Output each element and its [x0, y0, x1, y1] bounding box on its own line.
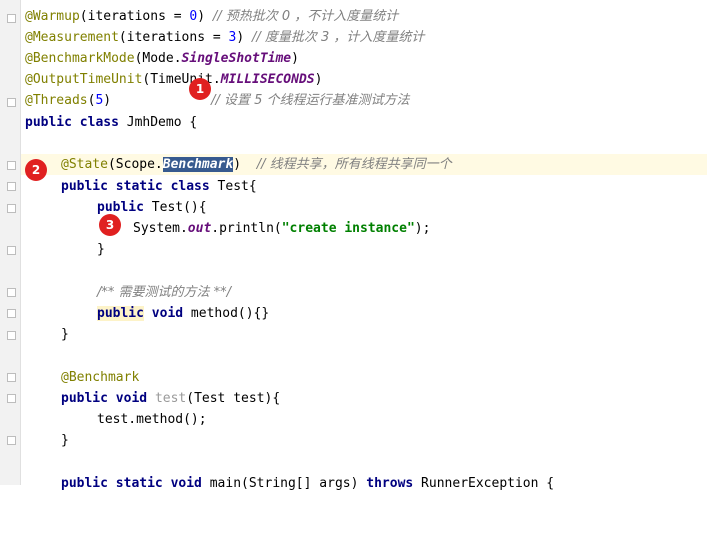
code-comment: // 设置 5 个线程运行基准测试方法: [211, 93, 410, 108]
selected-text[interactable]: Benchmark: [162, 157, 234, 172]
annotation: @BenchmarkMode: [25, 51, 135, 66]
code-line[interactable]: public Test(){: [21, 197, 707, 218]
marker-badge-2: 2: [25, 159, 47, 181]
keyword: public: [97, 200, 144, 215]
code-text: ): [197, 9, 206, 24]
keyword: throws: [366, 476, 414, 491]
code-text: (Test test){: [186, 391, 281, 406]
code-text: );: [414, 221, 431, 236]
code-line[interactable]: System.out.println("create instance");: [21, 218, 707, 239]
annotation: @Benchmark: [61, 370, 140, 385]
code-line[interactable]: }: [21, 324, 707, 345]
code-editor[interactable]: @Warmup(iterations = 0) // 预热批次 0 ，不计入度量…: [21, 0, 707, 491]
code-comment: // 度量批次 3 ，计入度量统计: [251, 30, 425, 45]
annotation: @OutputTimeUnit: [25, 72, 143, 87]
keyword: public static class: [61, 179, 210, 194]
code-text: Test{: [209, 179, 257, 194]
static-field: SingleShotTime: [181, 51, 292, 66]
code-line[interactable]: @Benchmark: [21, 367, 707, 388]
fold-icon[interactable]: [7, 182, 16, 191]
code-line[interactable]: @OutputTimeUnit(TimeUnit.MILLISECONDS): [21, 69, 707, 90]
code-line[interactable]: test.method();: [21, 409, 707, 430]
fold-icon[interactable]: [7, 394, 16, 403]
fold-icon[interactable]: [7, 204, 16, 213]
static-field: out: [187, 221, 212, 236]
code-text: (iterations =: [79, 9, 190, 24]
keyword: void: [151, 306, 184, 321]
code-line-current[interactable]: @State(Scope.Benchmark) // 线程共享，所有线程共享同一…: [21, 154, 707, 175]
code-text: ): [236, 30, 245, 45]
code-text: }: [61, 327, 69, 342]
code-text: .println(: [211, 221, 282, 236]
code-text: ): [291, 51, 299, 66]
code-text: (Mode.: [134, 51, 182, 66]
code-comment: // 预热批次 0 ，不计入度量统计: [212, 9, 399, 24]
code-line[interactable]: public void method(){}: [21, 303, 707, 324]
keyword: public: [97, 306, 144, 321]
keyword: public static void: [61, 476, 202, 491]
code-text: (Scope.: [107, 157, 163, 172]
code-line[interactable]: public class JmhDemo {: [21, 112, 707, 133]
code-comment: // 线程共享，所有线程共享同一个: [256, 157, 452, 172]
fold-icon[interactable]: [7, 14, 16, 23]
marker-badge-3: 3: [99, 214, 121, 236]
keyword: public class: [25, 115, 119, 130]
code-text: method(){}: [183, 306, 270, 321]
annotation: @Threads: [25, 93, 88, 108]
annotation: @Warmup: [25, 9, 80, 24]
static-field: MILLISECONDS: [220, 72, 315, 87]
code-line[interactable]: @Warmup(iterations = 0) // 预热批次 0 ，不计入度量…: [21, 6, 707, 27]
keyword: public: [61, 391, 108, 406]
keyword: void: [115, 391, 148, 406]
code-line[interactable]: public static class Test{: [21, 176, 707, 197]
code-text: ): [103, 93, 112, 108]
method-name: test: [154, 391, 187, 406]
fold-icon[interactable]: [7, 288, 16, 297]
code-text: }: [97, 242, 105, 257]
string-literal: "create instance": [281, 221, 415, 236]
code-line[interactable]: }: [21, 239, 707, 260]
code-text: RunnerException {: [413, 476, 555, 491]
marker-badge-1: 1: [189, 78, 211, 100]
code-text: JmhDemo {: [118, 115, 198, 130]
code-line[interactable]: }: [21, 430, 707, 451]
code-line[interactable]: public static void main(String[] args) t…: [21, 473, 707, 494]
code-text: ): [233, 157, 242, 172]
annotation: @Measurement: [25, 30, 119, 45]
fold-icon[interactable]: [7, 309, 16, 318]
fold-icon[interactable]: [7, 331, 16, 340]
code-line[interactable]: public void test(Test test){: [21, 388, 707, 409]
code-text: main(String[] args): [201, 476, 367, 491]
editor-gutter: [0, 0, 20, 485]
code-text: Test(){: [143, 200, 207, 215]
code-text: System.: [133, 221, 188, 236]
fold-icon[interactable]: [7, 98, 16, 107]
fold-icon[interactable]: [7, 161, 16, 170]
fold-icon[interactable]: [7, 373, 16, 382]
code-line[interactable]: @Threads(5)// 设置 5 个线程运行基准测试方法: [21, 90, 707, 111]
annotation: @State: [61, 157, 108, 172]
code-line[interactable]: /** 需要测试的方法 **/: [21, 282, 707, 303]
fold-icon[interactable]: [7, 436, 16, 445]
code-text: (iterations =: [118, 30, 229, 45]
doc-comment: /** 需要测试的方法 **/: [97, 285, 232, 300]
code-line[interactable]: @BenchmarkMode(Mode.SingleShotTime): [21, 48, 707, 69]
code-text: test.method();: [97, 412, 207, 427]
fold-icon[interactable]: [7, 246, 16, 255]
code-line[interactable]: @Measurement(iterations = 3) // 度量批次 3 ，…: [21, 27, 707, 48]
code-text: ): [314, 72, 323, 87]
code-text: }: [61, 433, 69, 448]
